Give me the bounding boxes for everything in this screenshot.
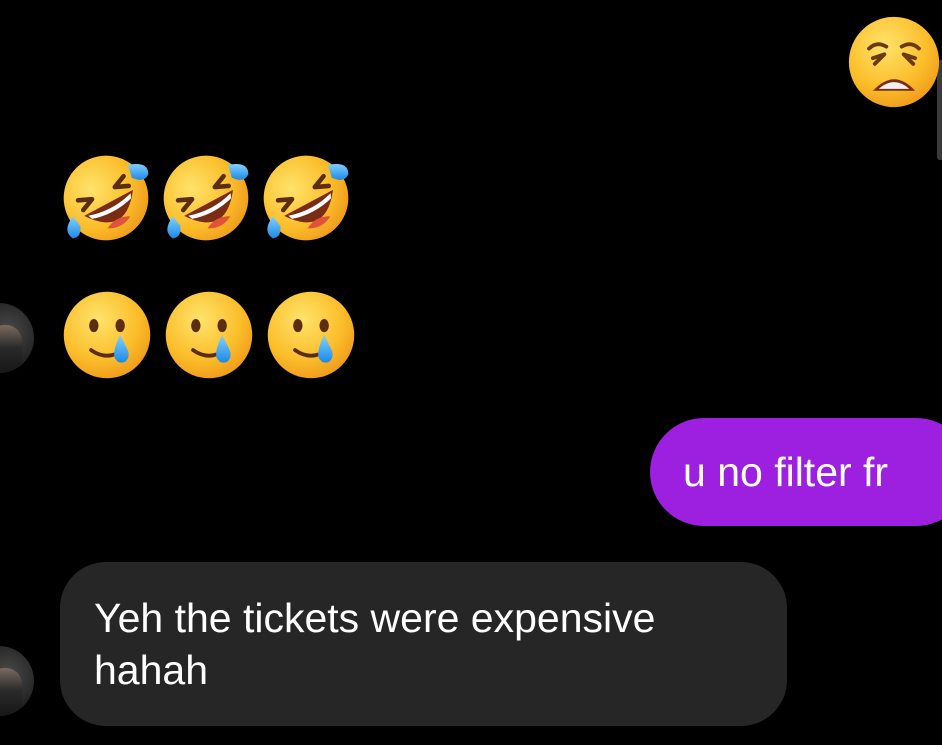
smiling-face-with-tear-icon <box>63 291 151 379</box>
weary-face-icon <box>848 16 940 108</box>
received-emoji-message[interactable] <box>60 152 352 244</box>
sent-emoji-message[interactable] <box>846 14 942 110</box>
sent-message-bubble[interactable]: u no filter fr <box>650 418 942 526</box>
received-emoji-message[interactable] <box>60 288 358 382</box>
message-thread: u no filter fr Yeh the tickets were expe… <box>0 0 942 745</box>
sender-avatar[interactable] <box>0 646 34 716</box>
rolling-laughing-face-icon <box>163 155 249 241</box>
received-message-bubble[interactable]: Yeh the tickets were expensive hahah <box>60 562 787 726</box>
smiling-face-with-tear-icon <box>267 291 355 379</box>
sender-avatar[interactable] <box>0 303 34 373</box>
smiling-face-with-tear-icon <box>165 291 253 379</box>
rolling-laughing-face-icon <box>263 155 349 241</box>
rolling-laughing-face-icon <box>63 155 149 241</box>
